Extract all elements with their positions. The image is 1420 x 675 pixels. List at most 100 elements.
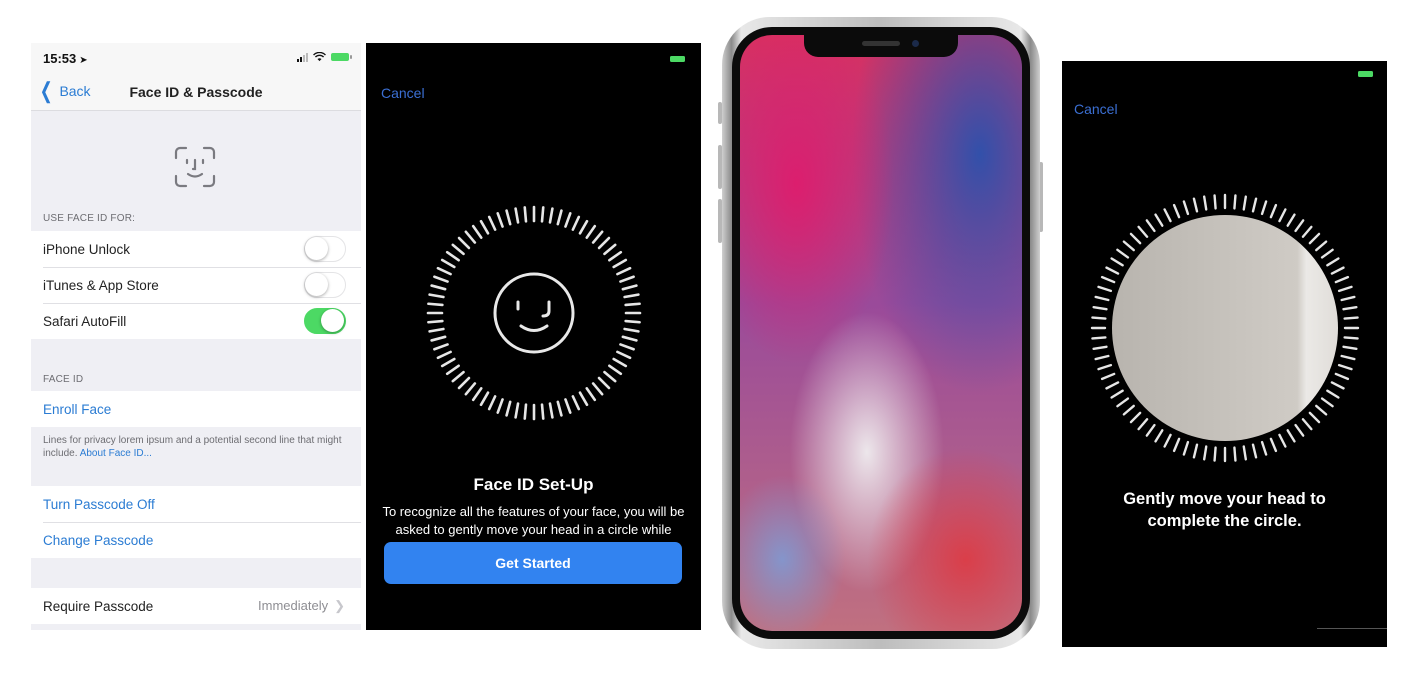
toggle-label: Safari AutoFill bbox=[43, 313, 127, 329]
scan-tick bbox=[505, 209, 512, 226]
scan-tick bbox=[1251, 443, 1258, 459]
home-indicator bbox=[1317, 628, 1387, 629]
iphone-device-image bbox=[718, 17, 1043, 650]
scan-tick bbox=[1129, 411, 1142, 424]
scan-tick bbox=[623, 327, 640, 333]
setup-description: To recognize all the features of your fa… bbox=[382, 504, 685, 543]
instruction-line-2: complete the circle. bbox=[1147, 512, 1302, 530]
scan-tick bbox=[1278, 433, 1287, 448]
scan-tick bbox=[591, 230, 604, 244]
scan-tick bbox=[619, 343, 635, 351]
scan-tick bbox=[514, 207, 520, 224]
iphone-unlock-toggle[interactable] bbox=[304, 236, 346, 262]
scan-tick bbox=[523, 403, 528, 420]
scan-tick bbox=[1330, 381, 1345, 390]
scan-tick bbox=[1097, 363, 1113, 371]
face-smile-icon bbox=[493, 272, 575, 354]
require-passcode-label: Require Passcode bbox=[43, 598, 154, 614]
scan-tick bbox=[1242, 445, 1248, 461]
scan-tick bbox=[540, 403, 545, 420]
scan-tick bbox=[1334, 372, 1350, 381]
scan-tick bbox=[597, 376, 611, 390]
scan-tick bbox=[624, 302, 641, 307]
scan-tick bbox=[619, 275, 635, 283]
scan-tick bbox=[1202, 195, 1208, 211]
about-face-id-link[interactable]: About Face ID... bbox=[80, 448, 152, 459]
scan-tick bbox=[564, 398, 572, 414]
toggle-row-itunes-app-store: iTunes & App Store bbox=[31, 267, 361, 303]
setup-title: Face ID Set-Up bbox=[473, 475, 594, 494]
scan-tick bbox=[1094, 354, 1110, 361]
face-id-setup-screen: Cancel Face ID Set-Up To recognize all t… bbox=[366, 43, 701, 630]
scan-tick bbox=[505, 400, 512, 417]
status-time: 15:53 ➤ bbox=[43, 51, 88, 66]
scan-tick bbox=[1172, 437, 1181, 453]
scan-tick bbox=[1116, 248, 1130, 259]
battery-icon bbox=[1358, 71, 1373, 77]
cancel-button[interactable]: Cancel bbox=[381, 85, 425, 101]
toggle-row-safari-autofill: Safari AutoFill bbox=[31, 303, 361, 339]
scan-tick bbox=[1269, 437, 1278, 453]
get-started-button[interactable]: Get Started bbox=[384, 542, 682, 584]
scan-tick bbox=[1122, 404, 1135, 416]
safari-autofill-toggle[interactable] bbox=[304, 308, 346, 334]
scan-tick bbox=[1308, 411, 1321, 424]
require-passcode-value: Immediately bbox=[258, 598, 329, 613]
require-passcode-row[interactable]: Require Passcode Immediately ❯ bbox=[31, 588, 361, 624]
wallpaper bbox=[740, 35, 1022, 631]
scan-tick bbox=[1337, 285, 1353, 293]
scan-tick bbox=[1192, 443, 1199, 459]
change-passcode-button[interactable]: Change Passcode bbox=[31, 522, 361, 558]
cancel-button[interactable]: Cancel bbox=[1074, 101, 1118, 117]
face-id-usage-group: iPhone Unlock iTunes & App Store Safari … bbox=[31, 231, 361, 339]
scan-tick bbox=[571, 215, 581, 231]
scan-tick bbox=[1340, 354, 1356, 361]
scan-tick bbox=[603, 243, 617, 256]
section-header-use-face-id: USE FACE ID FOR: bbox=[43, 213, 136, 224]
scan-tick bbox=[445, 364, 460, 376]
scan-tick bbox=[564, 212, 572, 228]
scan-tick bbox=[1233, 194, 1237, 210]
face-scan-screen: Cancel Gently move your head to complete… bbox=[1062, 61, 1387, 647]
scan-tick bbox=[1202, 445, 1208, 461]
scan-tick bbox=[1326, 257, 1340, 267]
scan-tick bbox=[479, 219, 490, 235]
scan-tick bbox=[585, 224, 597, 239]
scan-tick bbox=[1260, 440, 1268, 456]
toggle-row-iphone-unlock: iPhone Unlock bbox=[31, 231, 361, 267]
scan-tick bbox=[428, 293, 445, 299]
scan-tick bbox=[1242, 195, 1248, 211]
scan-tick bbox=[430, 284, 447, 291]
privacy-footnote: Lines for privacy lorem ipsum and a pote… bbox=[43, 434, 353, 460]
itunes-app-store-toggle[interactable] bbox=[304, 272, 346, 298]
scan-tick bbox=[451, 243, 465, 256]
scan-tick bbox=[608, 364, 623, 376]
scan-ring bbox=[1090, 193, 1360, 463]
device-frame bbox=[722, 17, 1040, 649]
scan-tick bbox=[1308, 232, 1321, 245]
toggle-label: iPhone Unlock bbox=[43, 241, 131, 257]
scan-tick bbox=[1233, 446, 1237, 462]
scan-tick bbox=[591, 382, 604, 396]
enroll-face-button[interactable]: Enroll Face bbox=[31, 391, 361, 427]
scan-tick bbox=[612, 357, 628, 368]
scan-tick bbox=[496, 212, 504, 228]
passcode-group: Turn Passcode Off Change Passcode bbox=[31, 486, 361, 558]
status-bar: 15:53 ➤ bbox=[31, 43, 361, 73]
scan-tick bbox=[616, 266, 632, 276]
scan-tick bbox=[1342, 305, 1358, 311]
scan-tick bbox=[1092, 345, 1108, 351]
scan-tick bbox=[1337, 363, 1353, 371]
turn-passcode-off-button[interactable]: Turn Passcode Off bbox=[31, 486, 361, 522]
page-title: Face ID & Passcode bbox=[129, 84, 263, 100]
toggle-knob bbox=[305, 237, 328, 260]
scan-tick bbox=[1301, 225, 1313, 238]
scan-tick bbox=[1343, 316, 1359, 320]
scan-tick bbox=[1163, 208, 1172, 223]
face-id-settings-screen: 15:53 ➤ ❮ Back Face ID & Passcode USE FACE… bbox=[31, 43, 361, 630]
scan-tick bbox=[1251, 197, 1258, 213]
battery-icon bbox=[670, 56, 685, 62]
scan-tick bbox=[1213, 446, 1217, 462]
scan-tick bbox=[1192, 197, 1199, 213]
location-arrow-icon: ➤ bbox=[79, 55, 88, 66]
